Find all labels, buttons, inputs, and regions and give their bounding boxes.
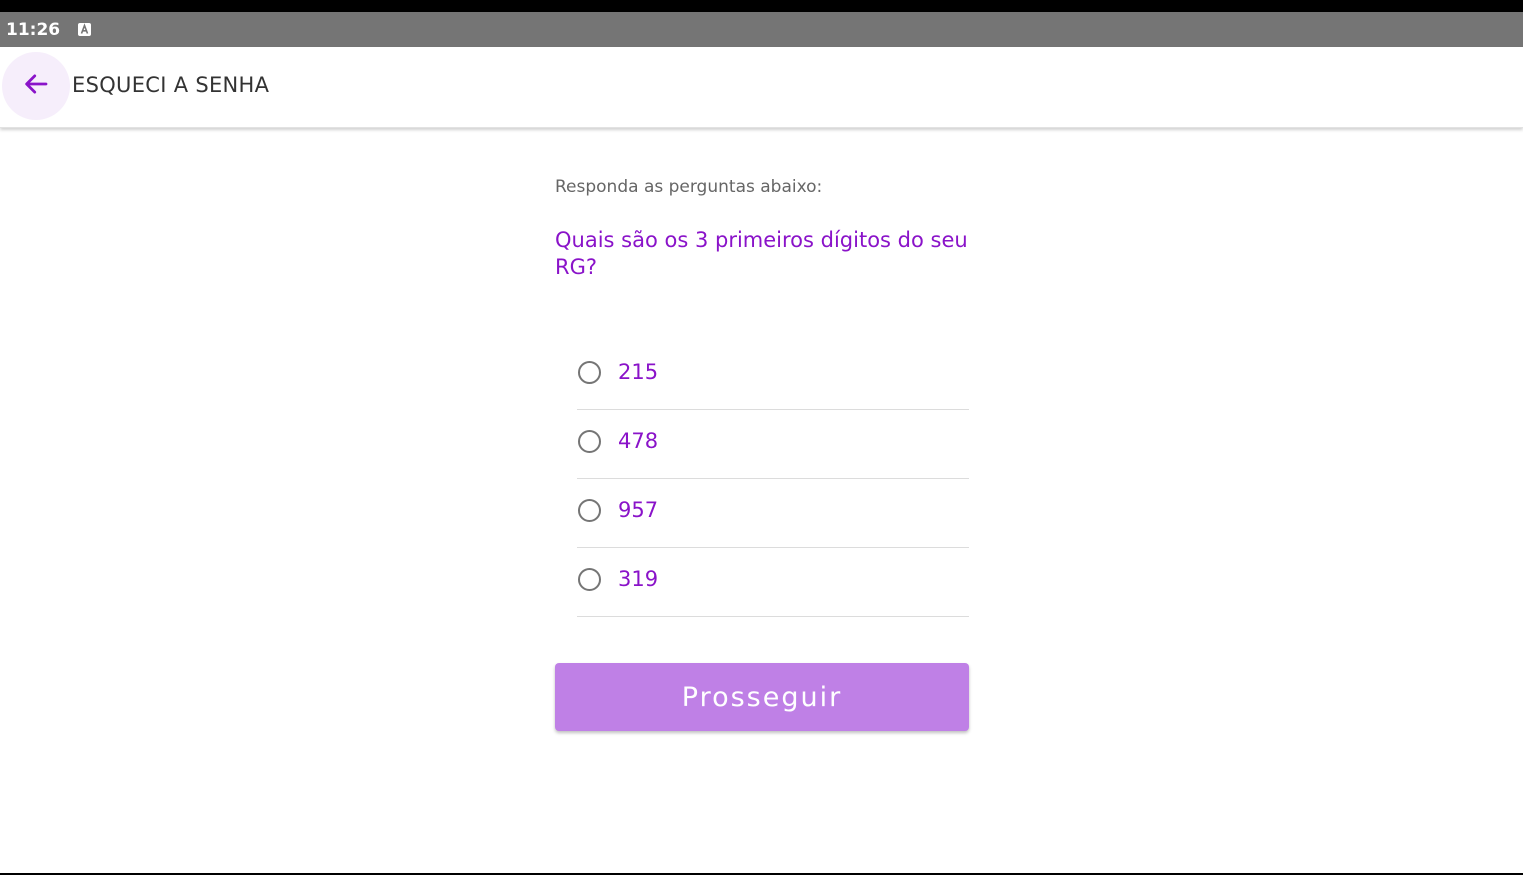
screen-top-edge bbox=[0, 0, 1523, 12]
radio-button[interactable] bbox=[578, 430, 601, 453]
app-window: ESQUECI A SENHA Responda as perguntas ab… bbox=[0, 47, 1523, 873]
page-title: ESQUECI A SENHA bbox=[72, 73, 270, 97]
radio-button[interactable] bbox=[578, 361, 601, 384]
status-time: 11:26 bbox=[6, 19, 61, 40]
a-box-icon bbox=[78, 23, 92, 36]
answer-option[interactable]: 319 bbox=[577, 548, 969, 617]
back-button[interactable] bbox=[2, 52, 70, 120]
radio-button[interactable] bbox=[578, 499, 601, 522]
radio-button[interactable] bbox=[578, 568, 601, 591]
status-bar: 11:26 bbox=[0, 12, 1523, 47]
answer-option[interactable]: 215 bbox=[577, 341, 969, 410]
answer-option[interactable]: 478 bbox=[577, 410, 969, 479]
proceed-button[interactable]: Prosseguir bbox=[555, 663, 969, 731]
answer-option-label: 478 bbox=[618, 429, 659, 453]
instruction-text: Responda as perguntas abaixo: bbox=[555, 177, 823, 197]
answer-option-label: 319 bbox=[618, 567, 659, 591]
device-screen: 11:26 ESQUECI A SENHA Responda as pergun… bbox=[0, 0, 1523, 875]
arrow-left-icon bbox=[21, 69, 51, 103]
answer-option-label: 215 bbox=[618, 360, 659, 384]
question-text: Quais são os 3 primeiros dígitos do seu … bbox=[555, 228, 968, 279]
app-bar: ESQUECI A SENHA bbox=[0, 47, 1523, 128]
answer-options: 215 478 957 319 bbox=[577, 341, 969, 617]
answer-option[interactable]: 957 bbox=[577, 479, 969, 548]
answer-option-label: 957 bbox=[618, 498, 659, 522]
